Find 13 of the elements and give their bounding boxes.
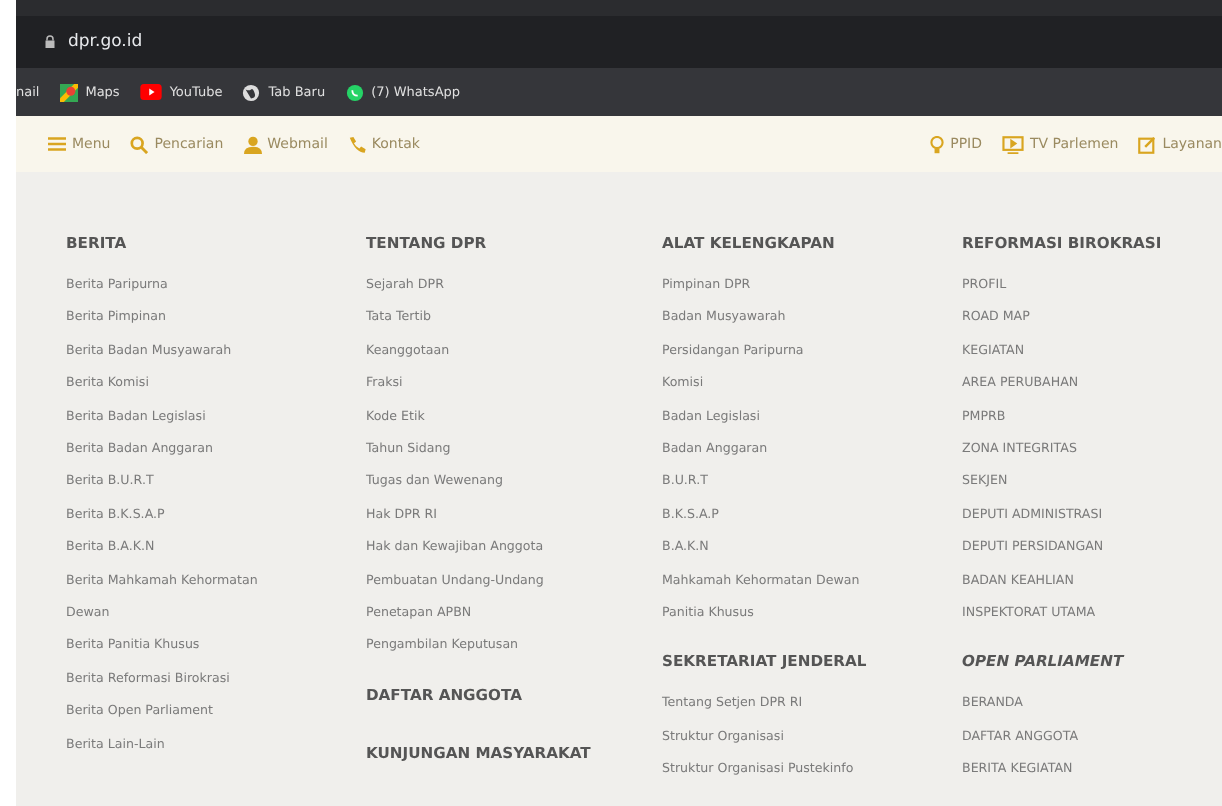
lightbulb-icon [930, 135, 945, 153]
edit-icon [1138, 135, 1157, 153]
globe-icon [242, 83, 261, 101]
menu-icon [48, 136, 66, 152]
url-text[interactable]: dpr.go.id [68, 32, 143, 52]
chat-icon [345, 83, 364, 101]
tv-icon [1002, 135, 1025, 153]
lock-icon [44, 34, 56, 50]
search-icon [130, 135, 149, 153]
map-pin-icon [59, 83, 78, 101]
person-icon [243, 135, 262, 153]
phone-icon [347, 135, 366, 153]
play-icon [139, 84, 162, 100]
